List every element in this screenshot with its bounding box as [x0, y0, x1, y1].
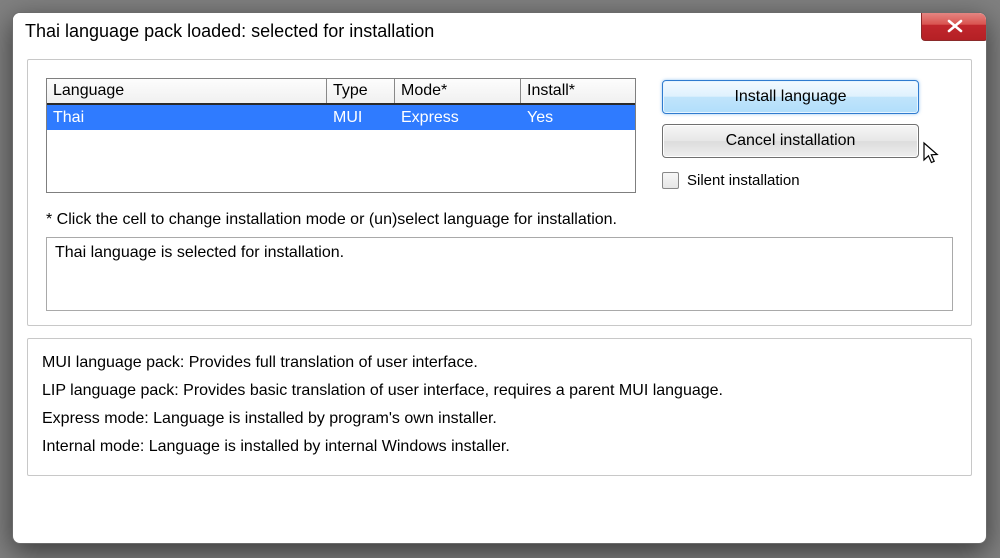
cell-language[interactable]: Thai	[47, 108, 327, 128]
info-panel: MUI language pack: Provides full transla…	[27, 338, 972, 476]
cancel-installation-button[interactable]: Cancel installation	[662, 124, 919, 158]
cell-type[interactable]: MUI	[327, 108, 395, 128]
info-express: Express mode: Language is installed by p…	[42, 405, 957, 433]
dialog-window: Thai language pack loaded: selected for …	[12, 12, 987, 544]
silent-install-checkbox[interactable]	[662, 172, 679, 189]
upper-panel: Language Type Mode* Install* Thai MUI Ex…	[27, 59, 972, 326]
table-header: Language Type Mode* Install*	[47, 79, 635, 105]
language-table[interactable]: Language Type Mode* Install* Thai MUI Ex…	[46, 78, 636, 193]
silent-install-label: Silent installation	[687, 172, 800, 189]
info-lip: LIP language pack: Provides basic transl…	[42, 377, 957, 405]
hint-text: * Click the cell to change installation …	[46, 211, 953, 229]
status-text: Thai language is selected for installati…	[55, 244, 344, 261]
dialog-content: Language Type Mode* Install* Thai MUI Ex…	[13, 51, 986, 486]
install-language-button[interactable]: Install language	[662, 80, 919, 114]
table-empty-area	[47, 130, 635, 192]
silent-install-row[interactable]: Silent installation	[662, 172, 919, 189]
table-row[interactable]: Thai MUI Express Yes	[47, 105, 635, 130]
titlebar: Thai language pack loaded: selected for …	[13, 13, 986, 51]
col-mode[interactable]: Mode*	[395, 79, 521, 103]
info-internal: Internal mode: Language is installed by …	[42, 433, 957, 461]
cell-mode[interactable]: Express	[395, 108, 521, 128]
close-button[interactable]	[921, 12, 987, 41]
close-icon	[946, 19, 964, 33]
status-box: Thai language is selected for installati…	[46, 237, 953, 311]
col-language[interactable]: Language	[47, 79, 327, 103]
side-controls: Install language Cancel installation Sil…	[662, 78, 919, 189]
info-mui: MUI language pack: Provides full transla…	[42, 349, 957, 377]
dialog-title: Thai language pack loaded: selected for …	[25, 21, 434, 42]
col-type[interactable]: Type	[327, 79, 395, 103]
col-install[interactable]: Install*	[521, 79, 635, 103]
cell-install[interactable]: Yes	[521, 108, 635, 128]
